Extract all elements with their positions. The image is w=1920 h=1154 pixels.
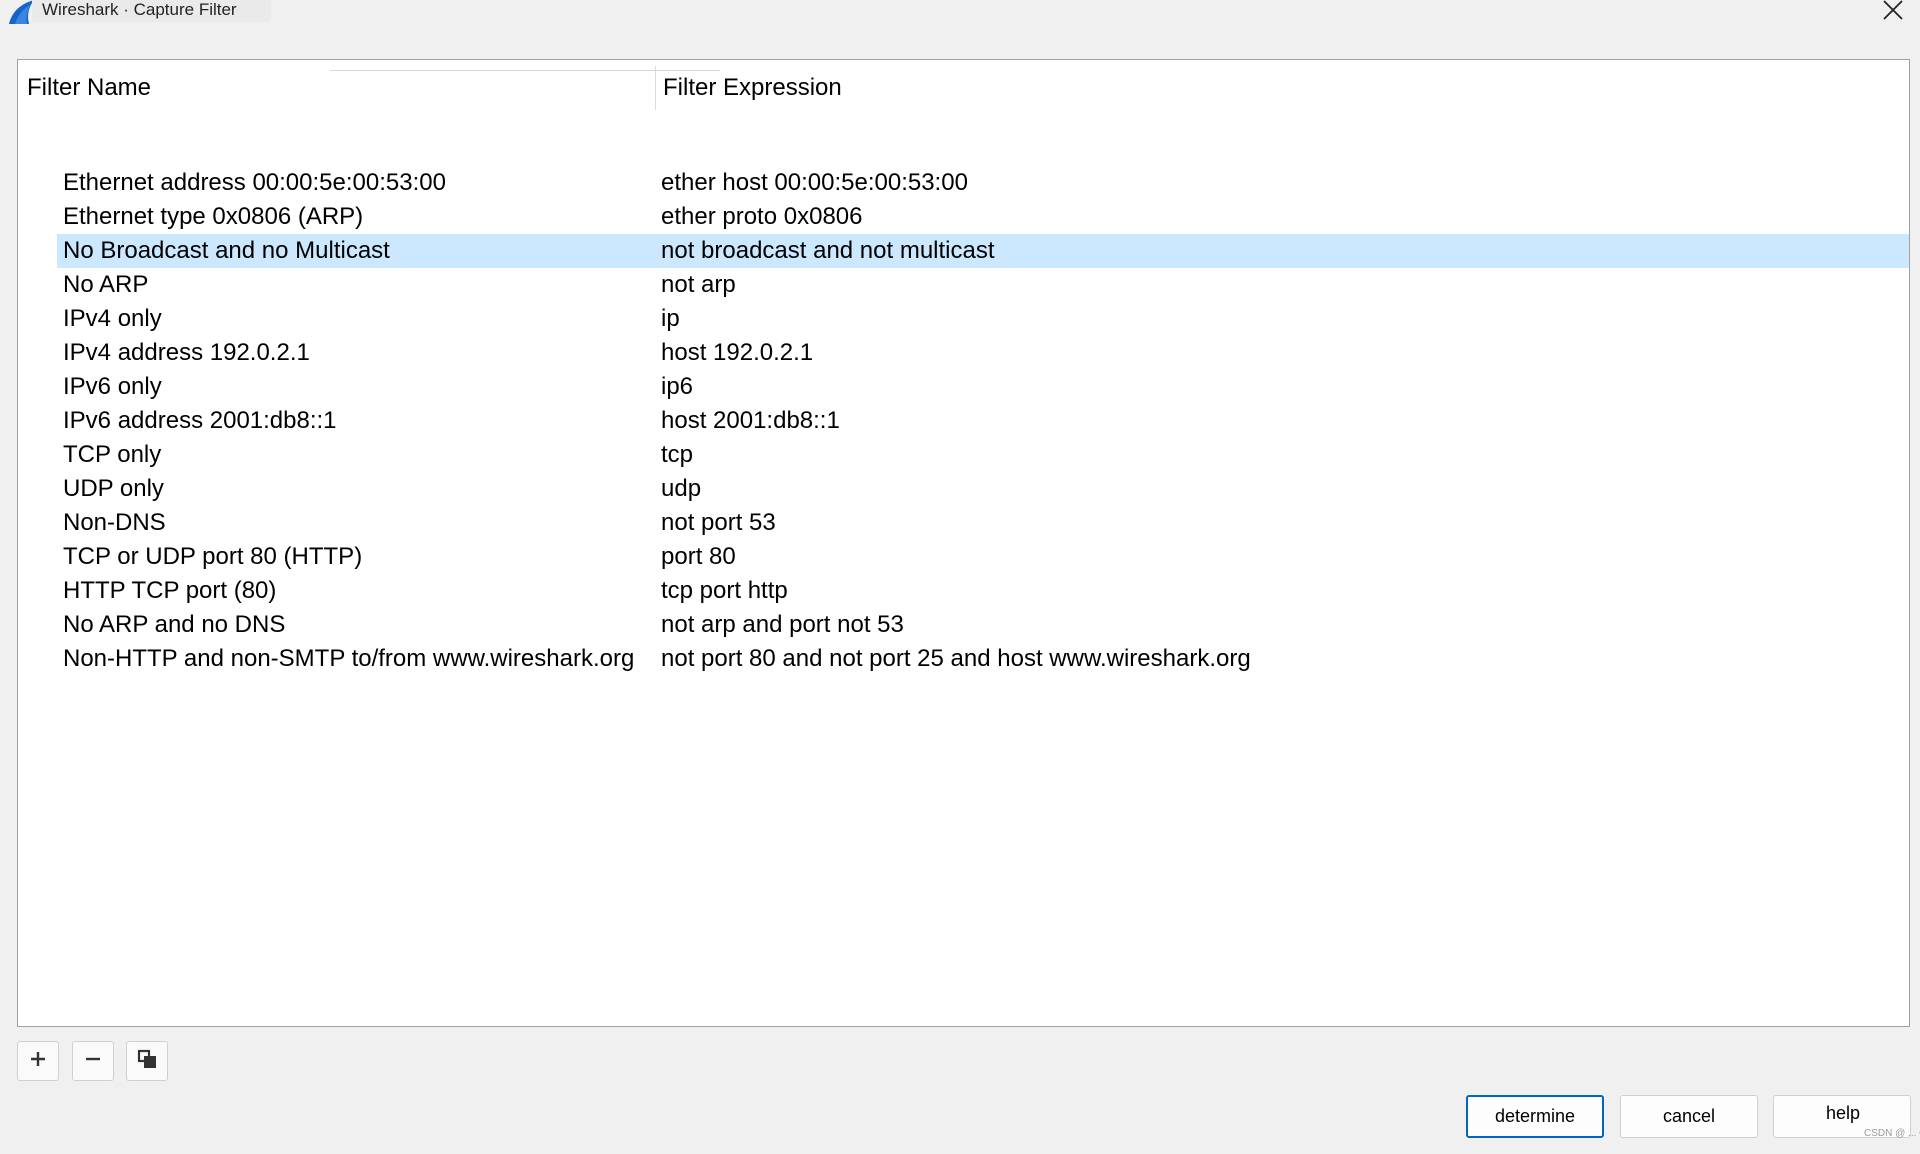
filter-expression-cell: port 80	[661, 543, 736, 570]
filter-name-cell: No ARP and no DNS	[63, 611, 286, 638]
plus-icon	[29, 1050, 47, 1073]
help-button[interactable]: help CSDN @ ... Old 518	[1773, 1095, 1920, 1139]
filter-expression-cell: not broadcast and not multicast	[661, 237, 995, 264]
cancel-button[interactable]: cancel	[1620, 1095, 1758, 1138]
filter-name-cell: No ARP	[63, 271, 149, 298]
filter-table[interactable]: Filter Name Filter Expression Ethernet a…	[17, 59, 1910, 1027]
table-row[interactable]: IPv4 only ip	[18, 302, 1909, 336]
table-header: Filter Name Filter Expression	[18, 60, 1909, 110]
filter-name-cell: No Broadcast and no Multicast	[63, 237, 390, 264]
filter-expression-cell: not port 80 and not port 25 and host www…	[661, 645, 1251, 672]
filter-name-cell: Ethernet address 00:00:5e:00:53:00	[63, 169, 446, 196]
filter-name-cell: UDP only	[63, 475, 164, 502]
table-row[interactable]: IPv4 address 192.0.2.1 host 192.0.2.1	[18, 336, 1909, 370]
filter-expression-cell: ip	[661, 305, 680, 332]
table-row[interactable]: No ARP not arp	[18, 268, 1909, 302]
filter-name-cell: IPv6 address 2001:db8::1	[63, 407, 337, 434]
filter-expression-cell: ip6	[661, 373, 694, 400]
minus-icon	[84, 1050, 102, 1073]
table-row[interactable]: Non-DNS not port 53	[18, 506, 1909, 540]
filter-name-cell: TCP only	[63, 441, 162, 468]
filter-name-cell: Non-DNS	[63, 509, 166, 536]
table-row[interactable]: No ARP and no DNS not arp and port not 53	[18, 608, 1909, 642]
filter-expression-cell: host 2001:db8::1	[661, 407, 840, 434]
filter-expression-cell: not arp and port not 53	[661, 611, 904, 638]
window-title: Wireshark · Capture Filter	[32, 0, 271, 22]
filter-expression-cell: udp	[661, 475, 702, 502]
table-row[interactable]: TCP or UDP port 80 (HTTP) port 80	[18, 540, 1909, 574]
filter-name-cell: IPv4 only	[63, 305, 162, 332]
ok-button[interactable]: determine	[1466, 1095, 1604, 1138]
close-button[interactable]	[1874, 0, 1912, 28]
copy-icon	[137, 1049, 157, 1074]
table-row[interactable]: IPv6 only ip6	[18, 370, 1909, 404]
filter-expression-cell: ether proto 0x0806	[661, 203, 863, 230]
watermark-text: CSDN @ ... Old 518	[1864, 1128, 1920, 1139]
filter-name-cell: Ethernet type 0x0806 (ARP)	[63, 203, 364, 230]
close-icon	[1882, 0, 1904, 26]
table-row[interactable]: TCP only tcp	[18, 438, 1909, 472]
copy-filter-button[interactable]	[126, 1041, 168, 1081]
remove-filter-button[interactable]	[72, 1041, 114, 1081]
filter-expression-cell: ether host 00:00:5e:00:53:00	[661, 169, 968, 196]
table-row[interactable]: IPv6 address 2001:db8::1 host 2001:db8::1	[18, 404, 1909, 438]
filter-name-cell: Non-HTTP and non-SMTP to/from www.wiresh…	[63, 645, 635, 672]
filter-expression-cell: tcp	[661, 441, 694, 468]
table-row[interactable]: UDP only udp	[18, 472, 1909, 506]
table-row[interactable]: Ethernet address 00:00:5e:00:53:00 ether …	[18, 166, 1909, 200]
filter-expression-cell: not port 53	[661, 509, 776, 536]
filter-name-cell: IPv6 only	[63, 373, 162, 400]
filter-name-cell: HTTP TCP port (80)	[63, 577, 277, 604]
table-row[interactable]: HTTP TCP port (80) tcp port http	[18, 574, 1909, 608]
table-row[interactable]: No Broadcast and no Multicast not broadca…	[18, 234, 1909, 268]
table-row[interactable]: Ethernet type 0x0806 (ARP) ether proto 0x…	[18, 200, 1909, 234]
title-bar: Wireshark · Capture Filter	[0, 0, 1920, 24]
table-row[interactable]: Non-HTTP and non-SMTP to/from www.wiresh…	[18, 642, 1909, 676]
filter-expression-cell: host 192.0.2.1	[661, 339, 814, 366]
help-button-label: help	[1826, 1103, 1861, 1123]
filter-expression-cell: not arp	[661, 271, 736, 298]
add-filter-button[interactable]	[17, 1041, 59, 1081]
filter-name-cell: IPv4 address 192.0.2.1	[63, 339, 310, 366]
column-header-filter-expression[interactable]: Filter Expression	[663, 66, 842, 110]
column-divider[interactable]	[655, 66, 656, 110]
filter-name-cell: TCP or UDP port 80 (HTTP)	[63, 543, 363, 570]
column-header-filter-name[interactable]: Filter Name	[27, 66, 151, 110]
filter-expression-cell: tcp port http	[661, 577, 788, 604]
